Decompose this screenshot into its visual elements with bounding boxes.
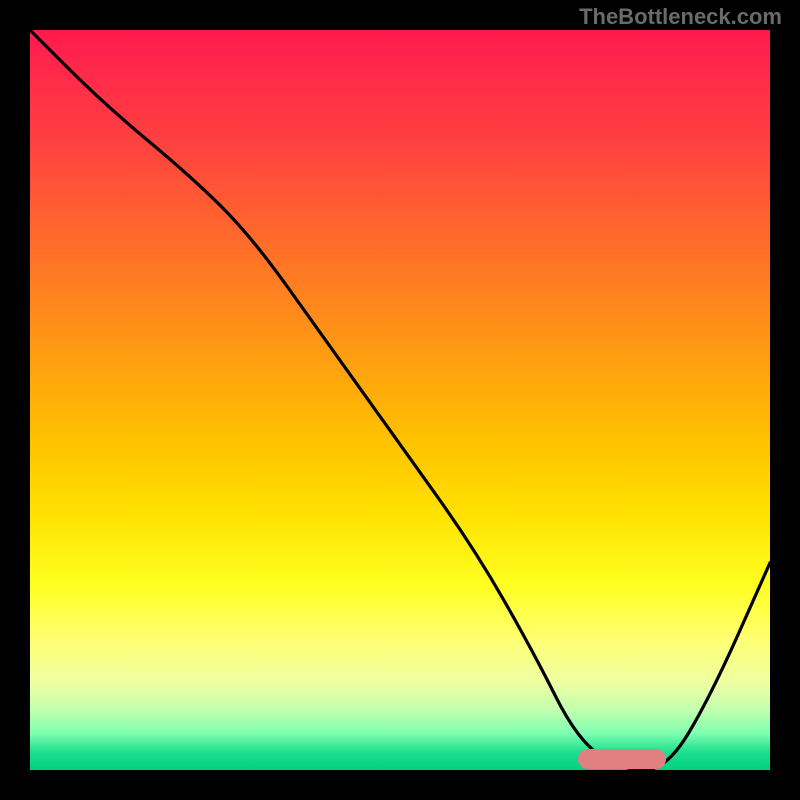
bottleneck-curve — [30, 30, 770, 770]
watermark-text: TheBottleneck.com — [579, 4, 782, 30]
optimal-range-marker — [578, 749, 667, 769]
curve-layer — [30, 30, 770, 770]
plot-area — [30, 30, 770, 770]
plot-frame — [30, 30, 770, 770]
